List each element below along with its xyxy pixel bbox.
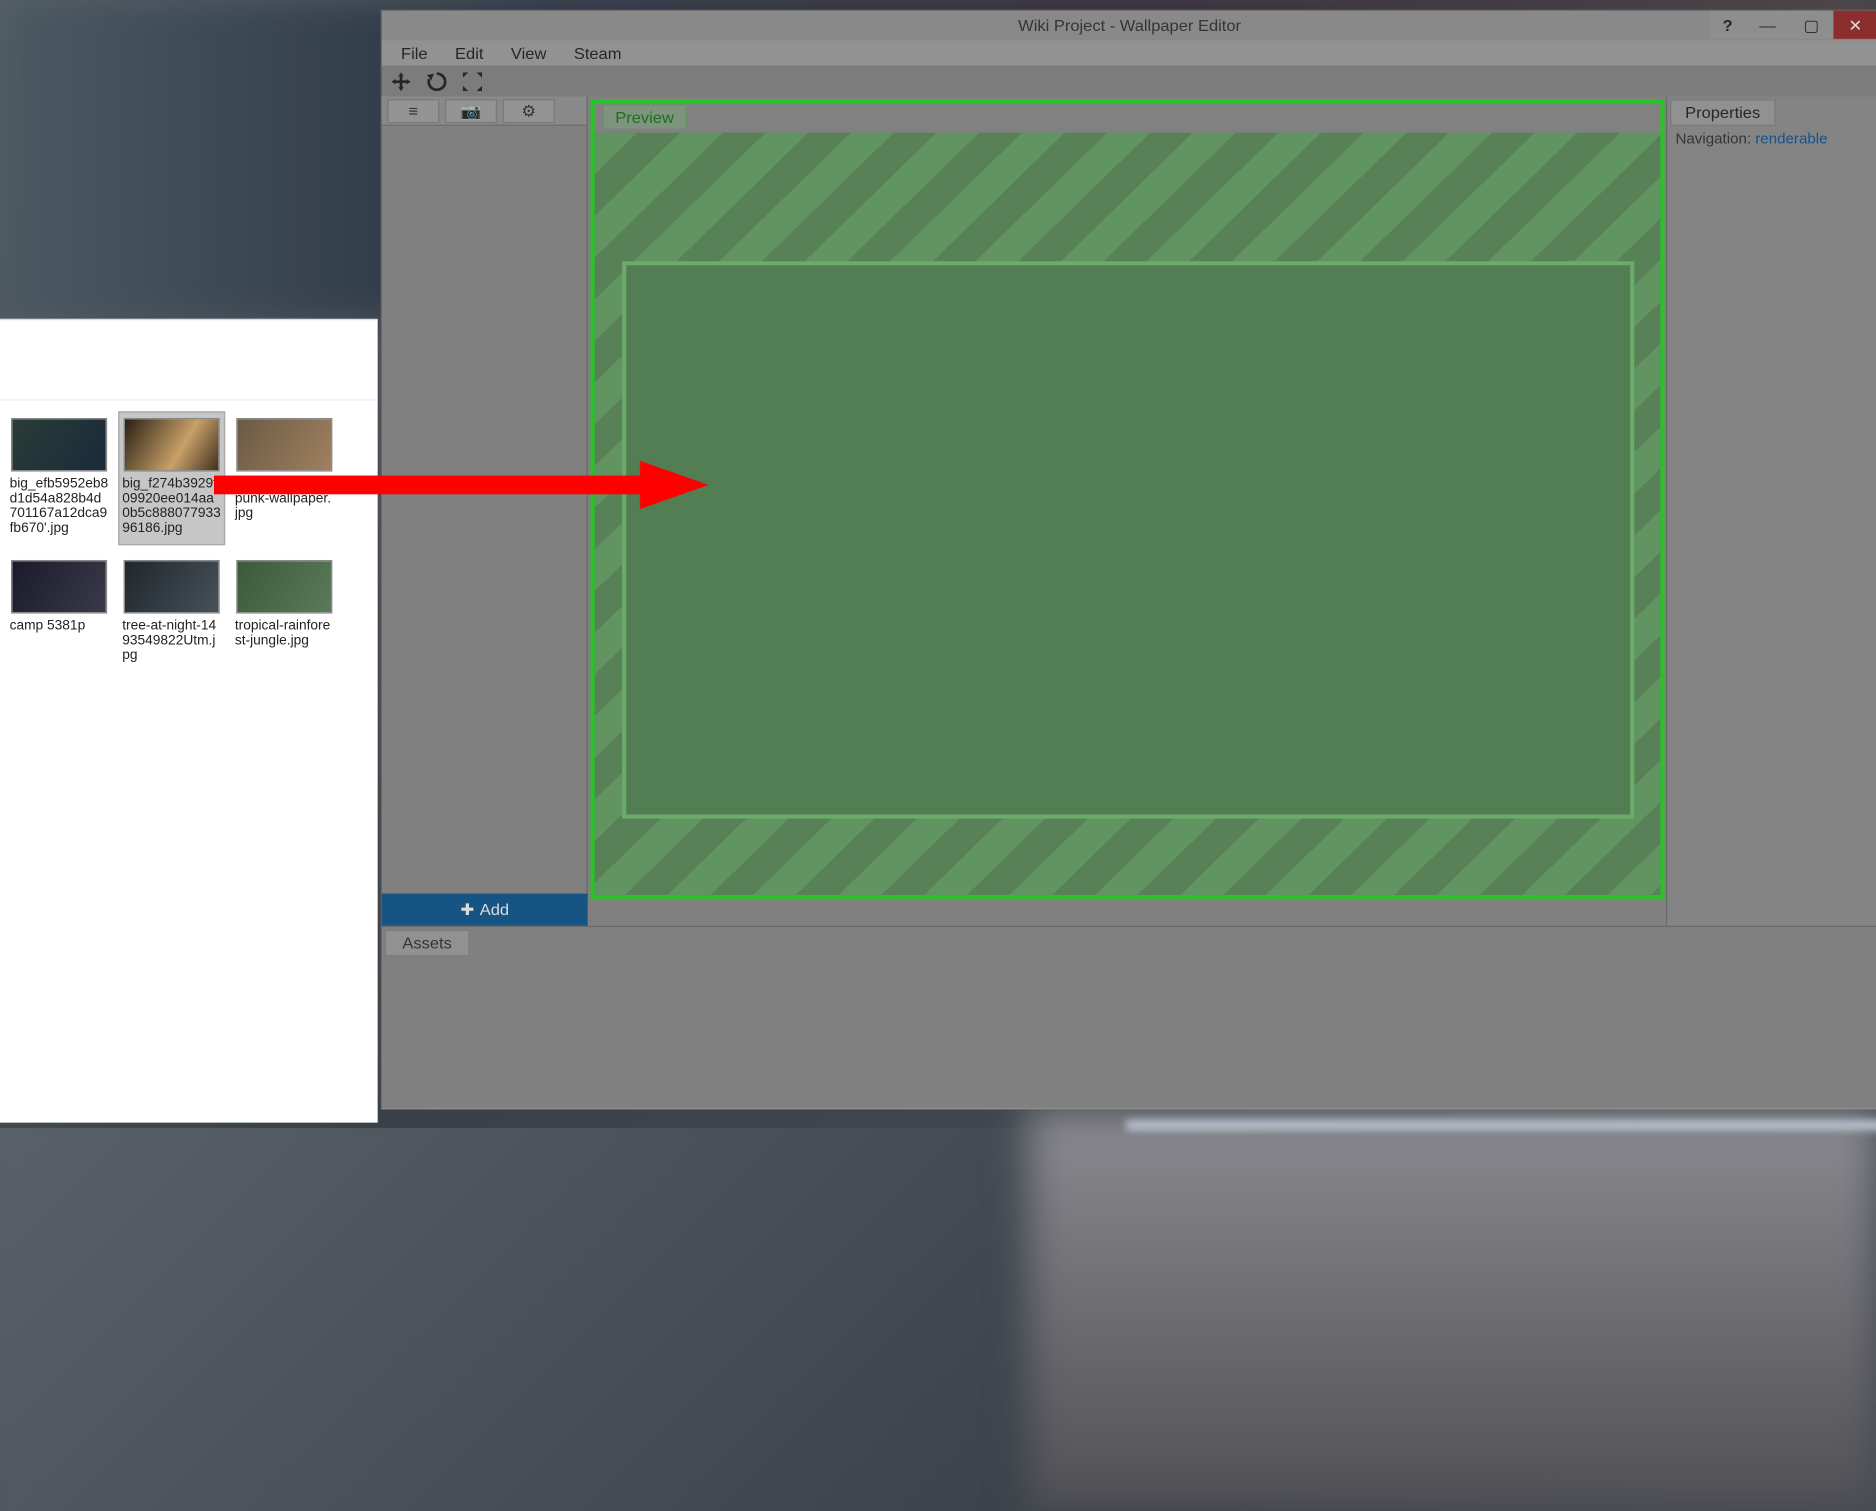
file-explorer-window: big_efb5952eb8d1d54a828b4d701167a12dca9f… [0, 319, 378, 1123]
background-dock-edge [1126, 1120, 1876, 1131]
properties-tab-label: Properties [1685, 103, 1760, 122]
menu-view[interactable]: View [497, 41, 560, 65]
preview-panel[interactable]: Preview [588, 96, 1666, 925]
camera-icon: 📷 [461, 101, 482, 120]
drop-inner-rect [622, 261, 1634, 818]
properties-navigation: Navigation: renderable [1667, 129, 1876, 150]
file-thumbnail [236, 560, 332, 614]
file-name-label: tropical-rainforest-jungle.jpg [235, 619, 334, 648]
add-button-label: Add [480, 900, 509, 919]
drop-stripes [595, 133, 1661, 895]
gear-icon: ⚙ [521, 101, 536, 120]
hierarchy-panel: ≡ 📷 ⚙ [382, 96, 588, 893]
assets-panel: Assets [382, 926, 1876, 1108]
assets-tab-label: Assets [402, 934, 451, 953]
explorer-file[interactable]: tree-at-night-1493549822Utm.jpg [118, 553, 225, 672]
navigation-renderable-link[interactable]: renderable [1755, 131, 1827, 147]
file-name-label: big_efb5952eb8d1d54a828b4d701167a12dca9f… [10, 477, 109, 536]
list-icon: ≡ [409, 101, 419, 120]
file-thumbnail [124, 418, 220, 472]
file-name-label: buldozer-steampunk-wallpaper.jpg [235, 477, 334, 521]
assets-tab[interactable]: Assets [385, 930, 470, 957]
wallpaper-editor-window: Wiki Project - Wallpaper Editor ? — ▢ ✕ … [380, 9, 1876, 1109]
explorer-file[interactable]: buldozer-steampunk-wallpaper.jpg [231, 411, 338, 545]
file-name-label: camp 5381p [10, 619, 109, 634]
window-buttons: ? — ▢ ✕ [1710, 11, 1876, 39]
file-thumbnail [236, 418, 332, 472]
explorer-file[interactable]: camp 5381p [5, 553, 112, 672]
hierarchy-header: ≡ 📷 ⚙ [382, 96, 587, 125]
help-button[interactable]: ? [1710, 11, 1746, 39]
preview-tab-label: Preview [615, 108, 674, 127]
panel-area: ≡ 📷 ⚙ ✚ Add Preview [382, 96, 1876, 925]
add-button[interactable]: ✚ Add [382, 894, 588, 926]
explorer-file[interactable]: tropical-rainforest-jungle.jpg [231, 553, 338, 672]
plus-icon: ✚ [460, 900, 474, 919]
properties-panel: Properties Navigation: renderable [1666, 96, 1876, 925]
snapshot-button[interactable]: 📷 [445, 98, 497, 122]
drop-target[interactable]: Preview [591, 99, 1665, 899]
file-name-label: big_f274b3929f09920ee014aa0b5c8880779339… [122, 477, 221, 536]
explorer-file[interactable]: big_f274b3929f09920ee014aa0b5c8880779339… [118, 411, 225, 545]
file-name-label: tree-at-night-1493549822Utm.jpg [122, 619, 221, 663]
maximize-button[interactable]: ▢ [1789, 11, 1833, 39]
titlebar[interactable]: Wiki Project - Wallpaper Editor ? — ▢ ✕ [382, 11, 1876, 40]
list-toggle-button[interactable]: ≡ [387, 98, 439, 122]
close-button[interactable]: ✕ [1833, 11, 1876, 39]
menubar: File Edit View Steam [382, 40, 1876, 67]
explorer-toolbar [0, 320, 378, 400]
file-thumbnail [124, 560, 220, 614]
background-dock-blur [1027, 1109, 1876, 1511]
file-thumbnail [11, 418, 107, 472]
assets-body [382, 959, 1876, 1109]
menu-steam[interactable]: Steam [560, 41, 635, 65]
settings-button[interactable]: ⚙ [503, 98, 555, 122]
menu-edit[interactable]: Edit [441, 41, 497, 65]
menu-file[interactable]: File [387, 41, 441, 65]
explorer-file[interactable]: big_efb5952eb8d1d54a828b4d701167a12dca9f… [5, 411, 112, 545]
rotate-tool-icon[interactable] [426, 71, 448, 92]
move-tool-icon[interactable] [390, 71, 412, 92]
fullscreen-tool-icon[interactable] [461, 71, 483, 92]
file-thumbnail [11, 560, 107, 614]
toolbar [382, 67, 1876, 96]
preview-tab[interactable]: Preview [603, 104, 686, 128]
window-title: Wiki Project - Wallpaper Editor [1018, 16, 1241, 35]
navigation-label: Navigation: [1675, 131, 1755, 147]
minimize-button[interactable]: — [1746, 11, 1790, 39]
properties-tab[interactable]: Properties [1670, 99, 1775, 126]
explorer-thumbnail-grid: big_efb5952eb8d1d54a828b4d701167a12dca9f… [0, 401, 378, 684]
